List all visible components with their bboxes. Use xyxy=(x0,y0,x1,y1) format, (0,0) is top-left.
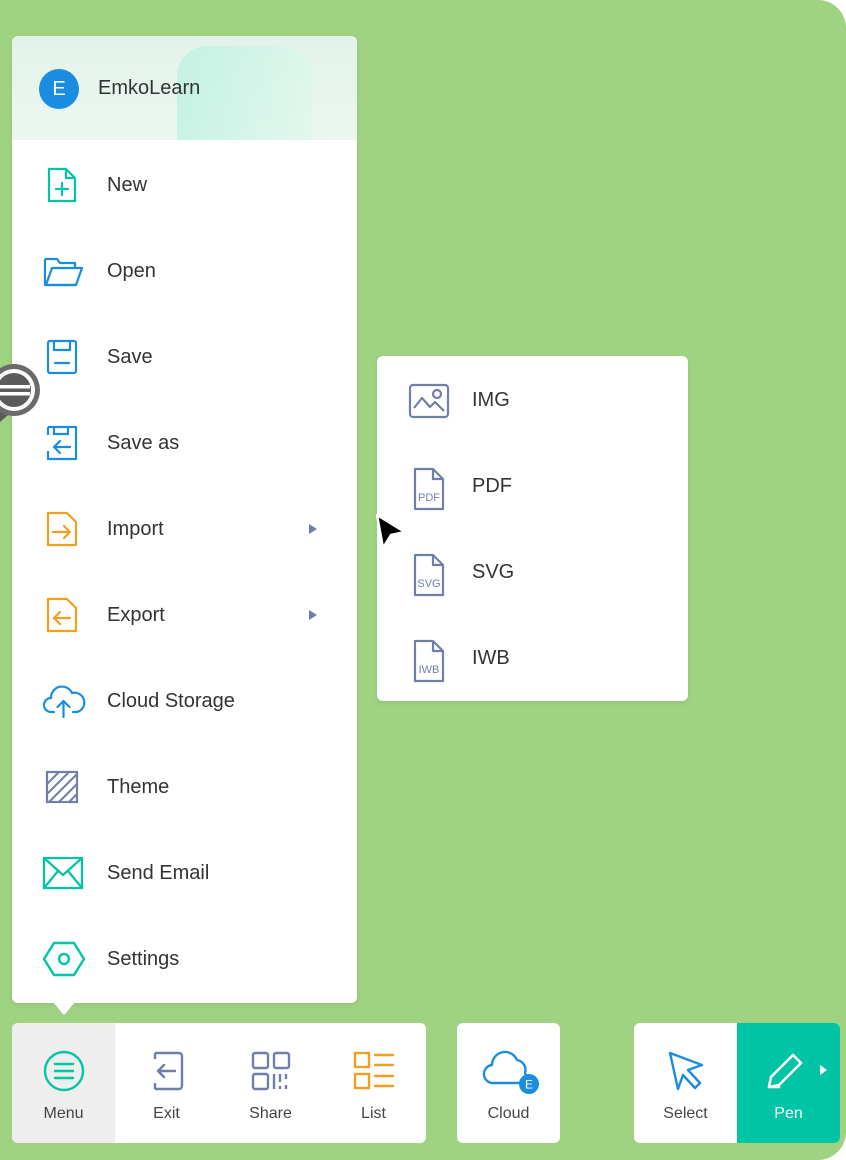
select-button[interactable]: Select xyxy=(634,1023,737,1143)
menu-button-label: Menu xyxy=(43,1105,84,1122)
svg-badge: SVG xyxy=(417,578,440,590)
new-file-icon xyxy=(42,165,82,205)
submenu-arrow-icon xyxy=(309,524,317,534)
menu-item-import[interactable]: Import xyxy=(12,484,357,570)
image-icon xyxy=(407,381,451,421)
cloud-badge: E xyxy=(525,1078,533,1092)
email-icon xyxy=(42,853,84,893)
share-button[interactable]: Share xyxy=(219,1023,322,1143)
menu-item-label: Open xyxy=(107,260,156,282)
pen-icon xyxy=(763,1049,807,1093)
menu-item-new[interactable]: New xyxy=(12,140,357,226)
menu-item-settings[interactable]: Settings xyxy=(12,914,357,1000)
menu-icon xyxy=(42,1049,86,1093)
menu-item-label: Theme xyxy=(107,776,170,798)
menu-item-save-as[interactable]: Save as xyxy=(12,398,357,484)
menu-item-label: Settings xyxy=(107,948,180,970)
submenu-item-svg[interactable]: SVG SVG xyxy=(377,528,688,614)
iwb-badge: IWB xyxy=(419,664,440,676)
whiteboard-canvas[interactable]: E EmkoLearn New Open Save Save as Import… xyxy=(0,0,846,1160)
submenu-item-iwb[interactable]: IWB IWB xyxy=(377,614,688,700)
svg-file-icon: SVG xyxy=(407,553,451,597)
pen-button[interactable]: Pen xyxy=(737,1023,840,1143)
submenu-item-label: IWB xyxy=(472,647,510,669)
cloud-button[interactable]: E Cloud xyxy=(457,1023,560,1143)
main-menu-panel: E EmkoLearn New Open Save Save as Import… xyxy=(12,36,357,1015)
submenu-item-label: SVG xyxy=(472,561,515,583)
exit-icon xyxy=(145,1049,189,1093)
menu-item-label: Cloud Storage xyxy=(107,690,235,712)
cloud-icon: E xyxy=(481,1049,539,1094)
exit-button-label: Exit xyxy=(153,1105,180,1122)
theme-icon xyxy=(42,767,82,807)
select-button-label: Select xyxy=(663,1105,708,1122)
save-as-icon xyxy=(42,423,82,463)
qr-code-icon xyxy=(249,1049,293,1093)
menu-item-export[interactable]: Export xyxy=(12,570,357,656)
folder-open-icon xyxy=(42,251,84,291)
submenu-item-img[interactable]: IMG xyxy=(377,356,688,442)
list-button-label: List xyxy=(361,1105,386,1122)
pen-button-label: Pen xyxy=(774,1105,803,1122)
user-avatar[interactable]: E xyxy=(39,69,79,109)
menu-item-label: Import xyxy=(107,518,164,540)
pen-options-arrow-icon[interactable] xyxy=(820,1065,827,1075)
select-arrow-icon xyxy=(664,1049,708,1093)
side-drawer-handle[interactable] xyxy=(0,358,48,422)
submenu-item-label: PDF xyxy=(472,475,512,497)
list-button[interactable]: List xyxy=(322,1023,425,1143)
menu-item-send-email[interactable]: Send Email xyxy=(12,828,357,914)
menu-item-label: New xyxy=(107,174,148,196)
user-name[interactable]: EmkoLearn xyxy=(98,77,200,100)
cloud-button-label: Cloud xyxy=(487,1105,530,1122)
menu-item-label: Send Email xyxy=(107,862,210,884)
toolbar-tools-group: Select Pen xyxy=(634,1023,840,1143)
list-icon xyxy=(352,1049,396,1093)
menu-item-save[interactable]: Save xyxy=(12,312,357,398)
exit-button[interactable]: Exit xyxy=(115,1023,218,1143)
menu-item-theme[interactable]: Theme xyxy=(12,742,357,828)
mouse-cursor-icon xyxy=(373,512,409,554)
submenu-arrow-icon xyxy=(309,610,317,620)
iwb-file-icon: IWB xyxy=(407,639,451,683)
submenu-item-pdf[interactable]: PDF PDF xyxy=(377,442,688,528)
menu-button[interactable]: Menu xyxy=(12,1023,115,1143)
menu-item-open[interactable]: Open xyxy=(12,226,357,312)
menu-item-label: Save as xyxy=(107,432,180,454)
submenu-item-label: IMG xyxy=(472,389,510,411)
cloud-upload-icon xyxy=(42,681,86,721)
settings-icon xyxy=(42,939,86,979)
menu-header: E EmkoLearn xyxy=(12,36,357,140)
menu-item-label: Export xyxy=(107,604,165,626)
export-icon xyxy=(42,595,82,635)
save-icon xyxy=(42,337,82,377)
toolbar-cloud-group: E Cloud xyxy=(457,1023,560,1143)
import-icon xyxy=(42,509,82,549)
toolbar-main-group: Menu Exit Share List xyxy=(12,1023,426,1143)
menu-item-cloud-storage[interactable]: Cloud Storage xyxy=(12,656,357,742)
pdf-file-icon: PDF xyxy=(407,467,451,511)
export-submenu: IMG PDF PDF SVG SVG IWB IWB xyxy=(377,356,688,701)
menu-item-label: Save xyxy=(107,346,153,368)
share-button-label: Share xyxy=(249,1105,292,1122)
pdf-badge: PDF xyxy=(418,492,440,504)
menu-pointer xyxy=(52,1001,76,1015)
